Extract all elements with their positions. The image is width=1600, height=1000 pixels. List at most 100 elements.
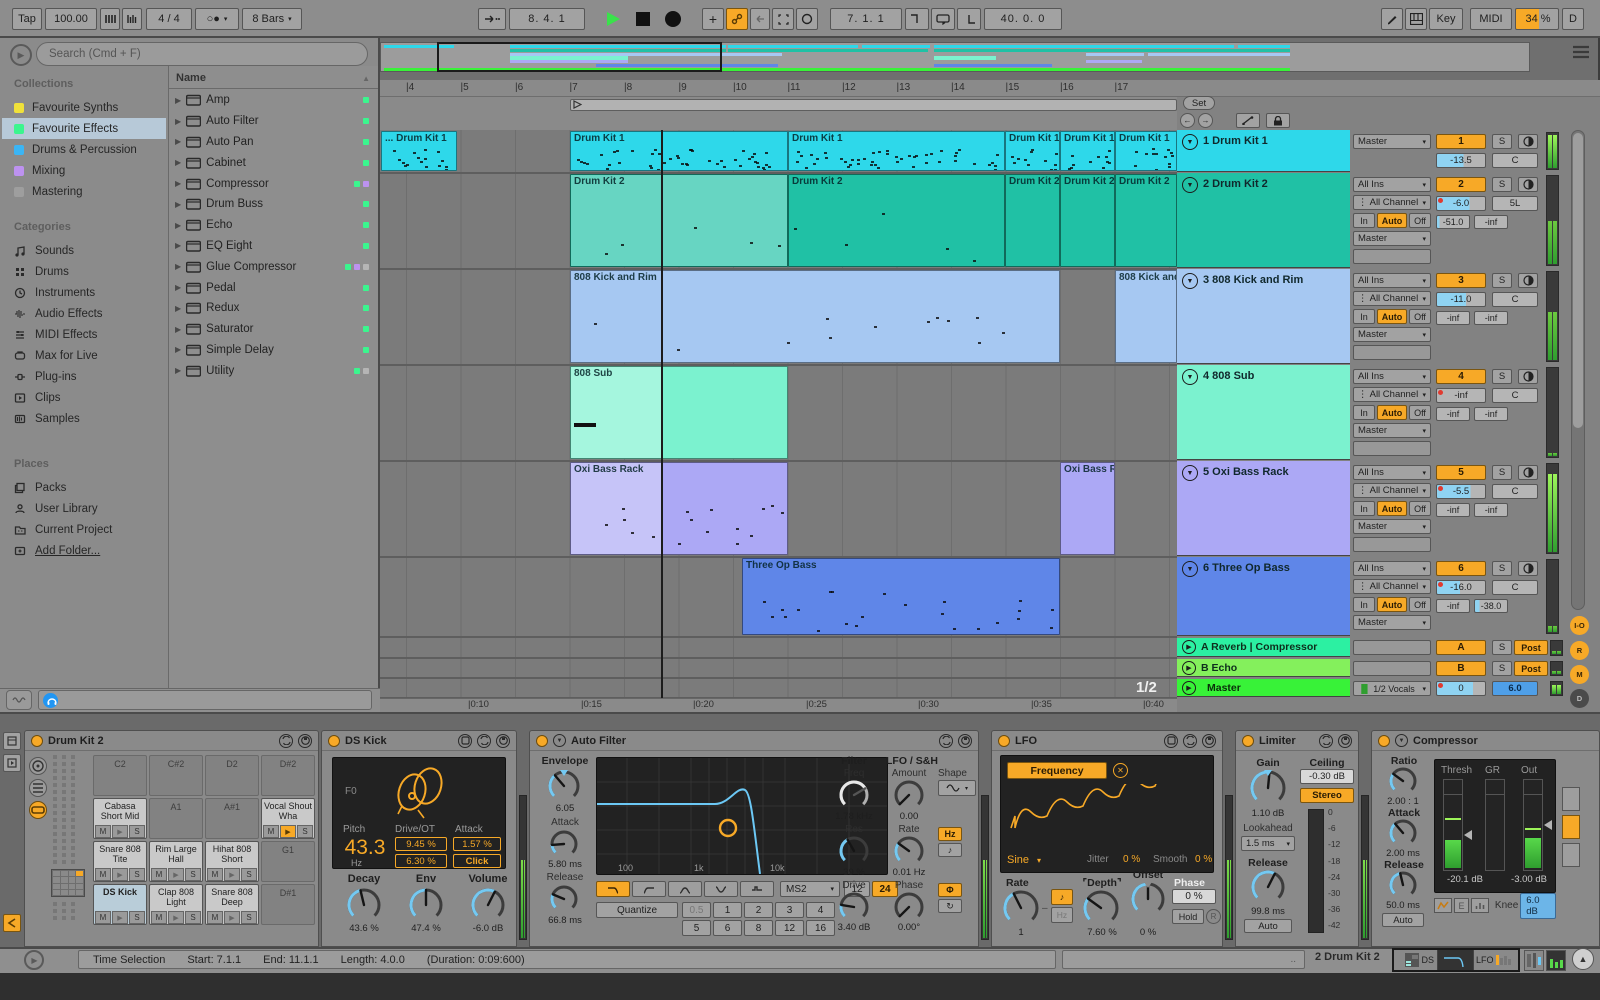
show-hide-devices-button[interactable]: ▲ bbox=[1572, 948, 1594, 970]
clip-drum-kit-1[interactable]: Drum Kit 1 bbox=[1005, 131, 1060, 171]
filter-type-4[interactable] bbox=[740, 881, 774, 897]
io-selector[interactable]: All Ins▾ bbox=[1353, 465, 1431, 480]
monitor-off-button[interactable]: Off bbox=[1409, 501, 1431, 516]
pad-solo-button[interactable]: S bbox=[297, 825, 313, 838]
clip-drum-kit-1[interactable]: Drum Kit 1 bbox=[788, 131, 1005, 171]
time-signature-field[interactable]: 4 / 4 bbox=[146, 8, 192, 30]
env-knob[interactable] bbox=[408, 887, 444, 923]
return-track-header[interactable]: ▶B Echo bbox=[1177, 659, 1350, 677]
browser-item-cabinet[interactable]: ▶Cabinet bbox=[169, 152, 377, 173]
return-activator[interactable]: B bbox=[1436, 661, 1486, 676]
computer-midi-keyboard-icon[interactable] bbox=[1405, 8, 1427, 30]
return-fold-button[interactable]: ▶ bbox=[1182, 640, 1196, 654]
meter-view-button[interactable] bbox=[1471, 898, 1489, 913]
io-selector[interactable]: ⋮ All Channel▾ bbox=[1353, 291, 1431, 306]
sidebar-item-add-folder-[interactable]: Add Folder... bbox=[2, 540, 166, 561]
lfo-wave-selector[interactable]: Sine▾ bbox=[1007, 852, 1077, 868]
midi-map-button[interactable]: MIDI bbox=[1470, 8, 1512, 30]
loop-toggle-icon[interactable] bbox=[796, 8, 818, 30]
offset-knob[interactable] bbox=[1130, 881, 1166, 917]
track-fold-button[interactable]: ▼ bbox=[1182, 369, 1198, 385]
device-title-bar[interactable]: Limiter bbox=[1236, 731, 1358, 751]
monitor-auto-button[interactable]: Auto bbox=[1377, 405, 1407, 420]
loop-brace[interactable] bbox=[570, 99, 1177, 111]
io-selector[interactable]: All Ins▾ bbox=[1353, 177, 1431, 192]
hold-button[interactable]: Hold bbox=[1172, 909, 1204, 924]
io-empty-slot[interactable] bbox=[1353, 345, 1431, 360]
depth-knob[interactable] bbox=[1082, 889, 1120, 927]
quantize-8[interactable]: 8 bbox=[744, 920, 773, 936]
quantize-1[interactable]: 1 bbox=[713, 902, 742, 918]
pad-solo-button[interactable]: S bbox=[241, 868, 257, 881]
browser-item-auto-filter[interactable]: ▶Auto Filter bbox=[169, 111, 377, 132]
rate-knob[interactable] bbox=[1002, 889, 1040, 927]
sidebar-item-user-library[interactable]: User Library bbox=[2, 498, 166, 519]
drum-pad-g1[interactable]: G1 bbox=[261, 841, 315, 882]
solo-button[interactable]: S bbox=[1492, 369, 1512, 384]
quantize-6[interactable]: 6 bbox=[713, 920, 742, 936]
filter-type-3[interactable] bbox=[704, 881, 738, 897]
preview-lane[interactable] bbox=[38, 690, 372, 710]
filter-type-0[interactable] bbox=[596, 881, 630, 897]
drum-pad-c#2[interactable]: C#2 bbox=[149, 755, 203, 796]
sidebar-item-favourite-synths[interactable]: Favourite Synths bbox=[2, 97, 166, 118]
sidebar-item-max-for-live[interactable]: Max for Live bbox=[2, 345, 166, 366]
cue-out-selector[interactable]: ▐▌ 1/2 Vocals▾ bbox=[1353, 681, 1431, 696]
env-release-knob[interactable] bbox=[549, 884, 579, 914]
overdub-button[interactable] bbox=[726, 8, 748, 30]
send-field[interactable]: -inf bbox=[1436, 407, 1470, 421]
track-header-3-808-kick-and-rim[interactable]: ▼3 808 Kick and Rim bbox=[1177, 269, 1350, 364]
drum-pad-d#1[interactable]: D#1 bbox=[261, 884, 315, 925]
browser-item-auto-pan[interactable]: ▶Auto Pan bbox=[169, 132, 377, 153]
box-icon[interactable] bbox=[1164, 734, 1178, 748]
save-icon[interactable] bbox=[958, 734, 972, 748]
sidebar-item-midi-effects[interactable]: MIDI Effects bbox=[2, 324, 166, 345]
monitor-in-button[interactable]: In bbox=[1353, 597, 1375, 612]
clip-drum-kit-2[interactable]: Drum Kit 2 bbox=[570, 174, 788, 267]
new-midi-button[interactable]: + bbox=[702, 8, 724, 30]
swap-icon[interactable] bbox=[1183, 734, 1197, 748]
release-knob[interactable] bbox=[1388, 870, 1418, 900]
io-show-button[interactable]: I-O bbox=[1570, 616, 1589, 635]
quantize-button[interactable]: Quantize bbox=[596, 902, 678, 918]
drive-value[interactable]: 9.45 % bbox=[395, 837, 447, 851]
sidebar-item-plug-ins[interactable]: Plug-ins bbox=[2, 366, 166, 387]
device-thumbnail-group[interactable]: DSLFO bbox=[1392, 948, 1520, 972]
pitch-value[interactable]: 43.3 bbox=[339, 836, 391, 860]
draw-mode-icon[interactable] bbox=[1381, 8, 1403, 30]
attack-value[interactable]: 1.57 % bbox=[453, 837, 501, 851]
device-on-toggle[interactable] bbox=[1242, 735, 1254, 747]
send-field[interactable]: -inf bbox=[1436, 503, 1470, 517]
drive-knob[interactable] bbox=[838, 891, 870, 923]
out-value[interactable]: -3.00 dB bbox=[1501, 874, 1557, 885]
record-button[interactable] bbox=[660, 8, 686, 30]
metronome-icon[interactable] bbox=[122, 8, 142, 30]
pan-field[interactable]: C bbox=[1492, 484, 1538, 499]
tap-tempo-button[interactable]: Tap bbox=[12, 8, 42, 30]
delay-comp-button[interactable]: D bbox=[1570, 689, 1589, 708]
device-fold-icon[interactable]: ▼ bbox=[553, 734, 566, 747]
envelope-view-button[interactable]: E bbox=[1454, 898, 1470, 913]
drum-pad-snare-808-tite[interactable]: Snare 808 TiteM▶S bbox=[93, 841, 147, 882]
overview-viewport[interactable] bbox=[437, 42, 722, 72]
send-field[interactable]: -inf bbox=[1436, 311, 1470, 325]
pad-solo-button[interactable]: S bbox=[241, 911, 257, 924]
macro-view-icon[interactable] bbox=[29, 757, 47, 775]
pad-mute-button[interactable]: M bbox=[207, 911, 223, 924]
rate-hz-button[interactable]: Hz bbox=[1051, 907, 1073, 923]
play-button[interactable] bbox=[600, 8, 626, 30]
clip-drum-kit-1[interactable]: Drum Kit 1 bbox=[1060, 131, 1115, 171]
drum-pad-hihat-808-short[interactable]: Hihat 808 ShortM▶S bbox=[205, 841, 259, 882]
io-empty-slot[interactable] bbox=[1353, 537, 1431, 552]
swap-icon[interactable] bbox=[477, 734, 491, 748]
volume-field[interactable]: -5.5 bbox=[1436, 484, 1486, 499]
monitor-in-button[interactable]: In bbox=[1353, 501, 1375, 516]
release-knob[interactable] bbox=[1250, 869, 1286, 905]
clip-drum-kit-2[interactable]: Drum Kit 2 bbox=[1005, 174, 1060, 267]
gain-knob[interactable] bbox=[1249, 769, 1287, 807]
loop-length-field[interactable]: 40. 0. 0 bbox=[984, 8, 1062, 30]
device-title-bar[interactable]: ▼Auto Filter bbox=[530, 731, 978, 751]
lfo-unmap-button[interactable]: ✕ bbox=[1113, 763, 1128, 778]
drum-pad-d2[interactable]: D2 bbox=[205, 755, 259, 796]
clip-808-kick-and-rim[interactable]: 808 Kick and Rim bbox=[570, 270, 1060, 363]
